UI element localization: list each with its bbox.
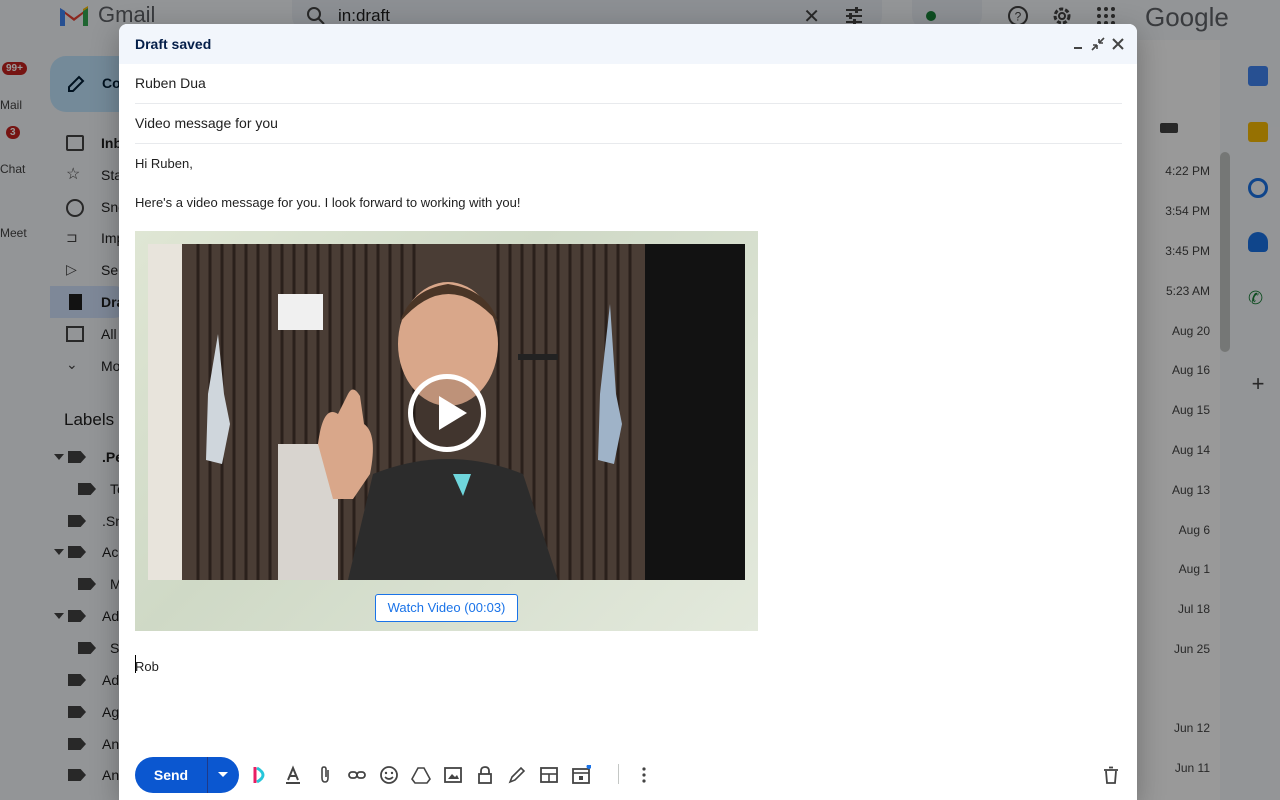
compose-window: Draft saved Ruben Dua Video message for … [119, 24, 1137, 800]
close-icon[interactable] [1110, 36, 1126, 52]
discard-draft-trash-icon[interactable] [1101, 765, 1121, 785]
signature-pen-icon[interactable] [507, 765, 527, 785]
greeting-text: Hi Ruben, [135, 156, 193, 171]
dubb-extension-icon[interactable] [251, 765, 271, 785]
insert-photo-icon[interactable] [443, 765, 463, 785]
signature-text: Rob [135, 659, 159, 674]
emoji-icon[interactable] [379, 765, 399, 785]
compose-title: Draft saved [135, 36, 212, 52]
recipient-name[interactable]: Ruben Dua [135, 75, 206, 91]
recipients-field[interactable]: Ruben Dua [135, 64, 1122, 104]
insert-link-icon[interactable] [347, 765, 367, 785]
minimize-icon[interactable] [1070, 36, 1086, 52]
text-format-icon[interactable] [283, 765, 303, 785]
send-button[interactable]: Send [135, 757, 207, 793]
more-options-icon[interactable] [634, 765, 654, 785]
body-paragraph: Here's a video message for you. I look f… [135, 195, 521, 210]
watch-video-button[interactable]: Watch Video (00:03) [375, 594, 518, 622]
send-options-chevron-icon[interactable] [208, 757, 239, 793]
play-icon[interactable] [408, 374, 486, 452]
schedule-send-icon[interactable] [571, 765, 591, 785]
subject-field[interactable]: Video message for you [135, 104, 1122, 144]
confidential-mode-icon[interactable] [475, 765, 495, 785]
exit-fullscreen-icon[interactable] [1090, 36, 1106, 52]
google-drive-icon[interactable] [411, 765, 431, 785]
toolbar-separator [618, 764, 619, 784]
video-message-card: Watch Video (00:03) [135, 231, 758, 631]
send-button-group: Send [135, 757, 239, 793]
subject-text[interactable]: Video message for you [135, 115, 278, 131]
compose-header[interactable]: Draft saved [119, 24, 1137, 64]
attach-file-icon[interactable] [315, 765, 335, 785]
video-thumbnail[interactable] [148, 244, 745, 580]
layout-template-icon[interactable] [539, 765, 559, 785]
